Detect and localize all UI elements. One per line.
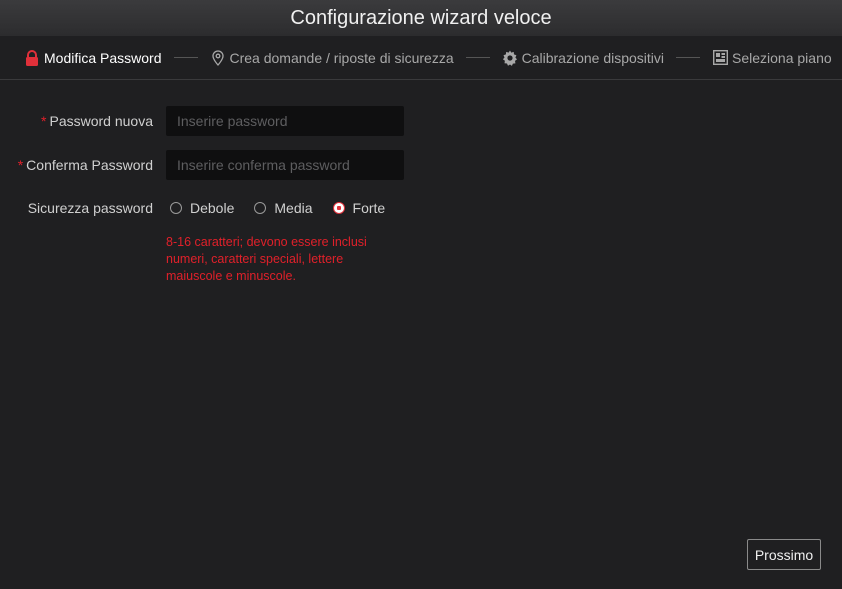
step-label: Crea domande / riposte di sicurezza [229, 49, 454, 66]
step-divider [676, 57, 701, 58]
radio-icon [254, 202, 267, 214]
step-divider [173, 57, 198, 58]
step-calibrazione-dispositivi[interactable]: Calibrazione dispositivi [502, 50, 664, 66]
window-title-bar: Configurazione wizard veloce [0, 0, 842, 36]
required-mark: * [17, 157, 24, 173]
strength-option-media[interactable]: Media [254, 200, 313, 216]
lock-icon [24, 49, 40, 66]
strength-option-forte[interactable]: Forte [332, 200, 385, 216]
confirm-password-row: * Conferma Password [0, 150, 153, 180]
step-seleziona-piano[interactable]: Seleziona piano [712, 50, 832, 66]
password-requirements-hint: 8-16 caratteri; devono essere inclusi nu… [166, 235, 367, 283]
password-strength-options: Debole Media Forte [170, 198, 405, 218]
radio-icon [170, 202, 182, 214]
next-button[interactable]: Prossimo [747, 539, 821, 570]
new-password-label: * Password nuova [41, 113, 153, 129]
password-strength-label: Sicurezza password [27, 200, 153, 216]
step-label: Modifica Password [44, 49, 162, 66]
new-password-input[interactable] [166, 106, 404, 136]
wizard-steps: Modifica Password Crea domande / riposte… [0, 36, 842, 80]
layout-grid-icon [712, 50, 728, 66]
step-label: Seleziona piano [732, 49, 832, 66]
strength-option-debole[interactable]: Debole [170, 200, 234, 216]
new-password-row: * Password nuova [0, 106, 153, 136]
location-pin-icon [210, 49, 226, 66]
gear-icon [502, 50, 518, 66]
confirm-password-label: * Conferma Password [17, 157, 153, 173]
password-strength-row: Sicurezza password [0, 198, 153, 218]
step-divider [465, 57, 490, 58]
step-label: Calibrazione dispositivi [521, 49, 665, 66]
required-mark: * [41, 113, 47, 129]
radio-checked-icon [332, 202, 345, 214]
step-domande-sicurezza[interactable]: Crea domande / riposte di sicurezza [210, 50, 454, 66]
step-modifica-password[interactable]: Modifica Password [24, 50, 162, 66]
window-title: Configurazione wizard veloce [290, 6, 552, 29]
confirm-password-input[interactable] [166, 150, 404, 180]
